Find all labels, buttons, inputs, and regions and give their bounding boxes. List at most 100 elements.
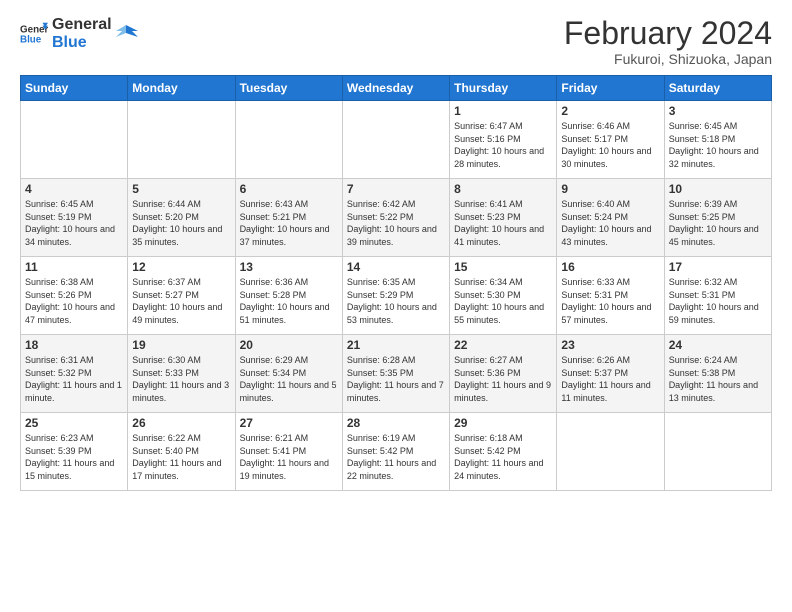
table-row: 18 Sunrise: 6:31 AMSunset: 5:32 PMDayligh… [21, 335, 128, 413]
logo: General Blue General Blue [20, 16, 138, 51]
cell-date: 5 [132, 182, 230, 196]
table-row: 15Sunrise: 6:34 AMSunset: 5:30 PMDayligh… [450, 257, 557, 335]
cell-date: 11 [25, 260, 123, 274]
cell-info: Sunrise: 6:24 AMSunset: 5:38 PMDaylight:… [669, 354, 767, 404]
logo-general-text: General [52, 16, 112, 34]
calendar-week-row: 1Sunrise: 6:47 AMSunset: 5:16 PMDaylight… [21, 101, 772, 179]
cell-info: Sunrise: 6:29 AMSunset: 5:34 PMDaylight:… [240, 354, 338, 404]
table-row: 19 Sunrise: 6:30 AMSunset: 5:33 PMDayligh… [128, 335, 235, 413]
table-row: 13 Sunrise: 6:36 AMSunset: 5:28 PMDayligh… [235, 257, 342, 335]
cell-date: 13 [240, 260, 338, 274]
cell-info: Sunrise: 6:32 AMSunset: 5:31 PMDaylight:… [669, 276, 767, 326]
calendar-week-row: 25 Sunrise: 6:23 AMSunset: 5:39 PMDayligh… [21, 413, 772, 491]
table-row: 17 Sunrise: 6:32 AMSunset: 5:31 PMDayligh… [664, 257, 771, 335]
cell-info: Sunrise: 6:33 AMSunset: 5:31 PMDaylight:… [561, 276, 659, 326]
table-row [664, 413, 771, 491]
table-row: 25 Sunrise: 6:23 AMSunset: 5:39 PMDayligh… [21, 413, 128, 491]
table-row: 16Sunrise: 6:33 AMSunset: 5:31 PMDayligh… [557, 257, 664, 335]
header: General Blue General Blue February 2024 … [20, 16, 772, 67]
cell-date: 20 [240, 338, 338, 352]
title-block: February 2024 Fukuroi, Shizuoka, Japan [564, 16, 772, 67]
cell-info: Sunrise: 6:21 AMSunset: 5:41 PMDaylight:… [240, 432, 338, 482]
table-row: 23Sunrise: 6:26 AMSunset: 5:37 PMDayligh… [557, 335, 664, 413]
cell-date: 2 [561, 104, 659, 118]
col-saturday: Saturday [664, 76, 771, 101]
calendar-table: Sunday Monday Tuesday Wednesday Thursday… [20, 75, 772, 491]
cell-info: Sunrise: 6:31 AMSunset: 5:32 PMDaylight:… [25, 354, 123, 404]
cell-date: 3 [669, 104, 767, 118]
table-row: 5 Sunrise: 6:44 AMSunset: 5:20 PMDaylight… [128, 179, 235, 257]
table-row: 29 Sunrise: 6:18 AMSunset: 5:42 PMDayligh… [450, 413, 557, 491]
col-wednesday: Wednesday [342, 76, 449, 101]
cell-date: 26 [132, 416, 230, 430]
cell-date: 18 [25, 338, 123, 352]
col-tuesday: Tuesday [235, 76, 342, 101]
table-row: 12Sunrise: 6:37 AMSunset: 5:27 PMDayligh… [128, 257, 235, 335]
cell-date: 14 [347, 260, 445, 274]
cell-info: Sunrise: 6:28 AMSunset: 5:35 PMDaylight:… [347, 354, 445, 404]
table-row: 8 Sunrise: 6:41 AMSunset: 5:23 PMDaylight… [450, 179, 557, 257]
table-row: 10Sunrise: 6:39 AMSunset: 5:25 PMDayligh… [664, 179, 771, 257]
table-row: 21 Sunrise: 6:28 AMSunset: 5:35 PMDayligh… [342, 335, 449, 413]
cell-date: 7 [347, 182, 445, 196]
cell-info: Sunrise: 6:42 AMSunset: 5:22 PMDaylight:… [347, 198, 445, 248]
location: Fukuroi, Shizuoka, Japan [564, 51, 772, 67]
table-row: 27 Sunrise: 6:21 AMSunset: 5:41 PMDayligh… [235, 413, 342, 491]
cell-date: 28 [347, 416, 445, 430]
table-row: 9 Sunrise: 6:40 AMSunset: 5:24 PMDaylight… [557, 179, 664, 257]
cell-info: Sunrise: 6:47 AMSunset: 5:16 PMDaylight:… [454, 120, 552, 170]
table-row: 4Sunrise: 6:45 AMSunset: 5:19 PMDaylight… [21, 179, 128, 257]
cell-date: 17 [669, 260, 767, 274]
cell-date: 25 [25, 416, 123, 430]
logo-bird-icon [116, 23, 138, 45]
logo-blue-text: Blue [52, 34, 112, 52]
cell-date: 24 [669, 338, 767, 352]
calendar-header-row: Sunday Monday Tuesday Wednesday Thursday… [21, 76, 772, 101]
cell-info: Sunrise: 6:44 AMSunset: 5:20 PMDaylight:… [132, 198, 230, 248]
cell-date: 19 [132, 338, 230, 352]
cell-date: 4 [25, 182, 123, 196]
cell-info: Sunrise: 6:18 AMSunset: 5:42 PMDaylight:… [454, 432, 552, 482]
table-row [342, 101, 449, 179]
cell-date: 23 [561, 338, 659, 352]
table-row: 6Sunrise: 6:43 AMSunset: 5:21 PMDaylight… [235, 179, 342, 257]
cell-info: Sunrise: 6:35 AMSunset: 5:29 PMDaylight:… [347, 276, 445, 326]
cell-info: Sunrise: 6:38 AMSunset: 5:26 PMDaylight:… [25, 276, 123, 326]
table-row [21, 101, 128, 179]
table-row: 22Sunrise: 6:27 AMSunset: 5:36 PMDayligh… [450, 335, 557, 413]
logo-icon: General Blue [20, 20, 48, 48]
table-row: 26 Sunrise: 6:22 AMSunset: 5:40 PMDayligh… [128, 413, 235, 491]
table-row: 20 Sunrise: 6:29 AMSunset: 5:34 PMDayligh… [235, 335, 342, 413]
cell-info: Sunrise: 6:43 AMSunset: 5:21 PMDaylight:… [240, 198, 338, 248]
cell-info: Sunrise: 6:22 AMSunset: 5:40 PMDaylight:… [132, 432, 230, 482]
cell-info: Sunrise: 6:41 AMSunset: 5:23 PMDaylight:… [454, 198, 552, 248]
cell-info: Sunrise: 6:45 AMSunset: 5:18 PMDaylight:… [669, 120, 767, 170]
cell-date: 8 [454, 182, 552, 196]
svg-text:Blue: Blue [20, 34, 42, 45]
table-row [235, 101, 342, 179]
table-row: 3 Sunrise: 6:45 AMSunset: 5:18 PMDaylight… [664, 101, 771, 179]
month-year: February 2024 [564, 16, 772, 51]
calendar-page: General Blue General Blue February 2024 … [0, 0, 792, 612]
cell-info: Sunrise: 6:36 AMSunset: 5:28 PMDaylight:… [240, 276, 338, 326]
table-row: 2Sunrise: 6:46 AMSunset: 5:17 PMDaylight… [557, 101, 664, 179]
cell-info: Sunrise: 6:27 AMSunset: 5:36 PMDaylight:… [454, 354, 552, 404]
cell-date: 9 [561, 182, 659, 196]
cell-info: Sunrise: 6:39 AMSunset: 5:25 PMDaylight:… [669, 198, 767, 248]
table-row: 7 Sunrise: 6:42 AMSunset: 5:22 PMDaylight… [342, 179, 449, 257]
col-friday: Friday [557, 76, 664, 101]
table-row: 1Sunrise: 6:47 AMSunset: 5:16 PMDaylight… [450, 101, 557, 179]
table-row [128, 101, 235, 179]
cell-date: 27 [240, 416, 338, 430]
cell-date: 29 [454, 416, 552, 430]
calendar-week-row: 18 Sunrise: 6:31 AMSunset: 5:32 PMDayligh… [21, 335, 772, 413]
cell-info: Sunrise: 6:37 AMSunset: 5:27 PMDaylight:… [132, 276, 230, 326]
cell-info: Sunrise: 6:19 AMSunset: 5:42 PMDaylight:… [347, 432, 445, 482]
table-row [557, 413, 664, 491]
cell-info: Sunrise: 6:40 AMSunset: 5:24 PMDaylight:… [561, 198, 659, 248]
col-thursday: Thursday [450, 76, 557, 101]
cell-info: Sunrise: 6:23 AMSunset: 5:39 PMDaylight:… [25, 432, 123, 482]
calendar-week-row: 11 Sunrise: 6:38 AMSunset: 5:26 PMDayligh… [21, 257, 772, 335]
cell-info: Sunrise: 6:30 AMSunset: 5:33 PMDaylight:… [132, 354, 230, 404]
cell-date: 21 [347, 338, 445, 352]
